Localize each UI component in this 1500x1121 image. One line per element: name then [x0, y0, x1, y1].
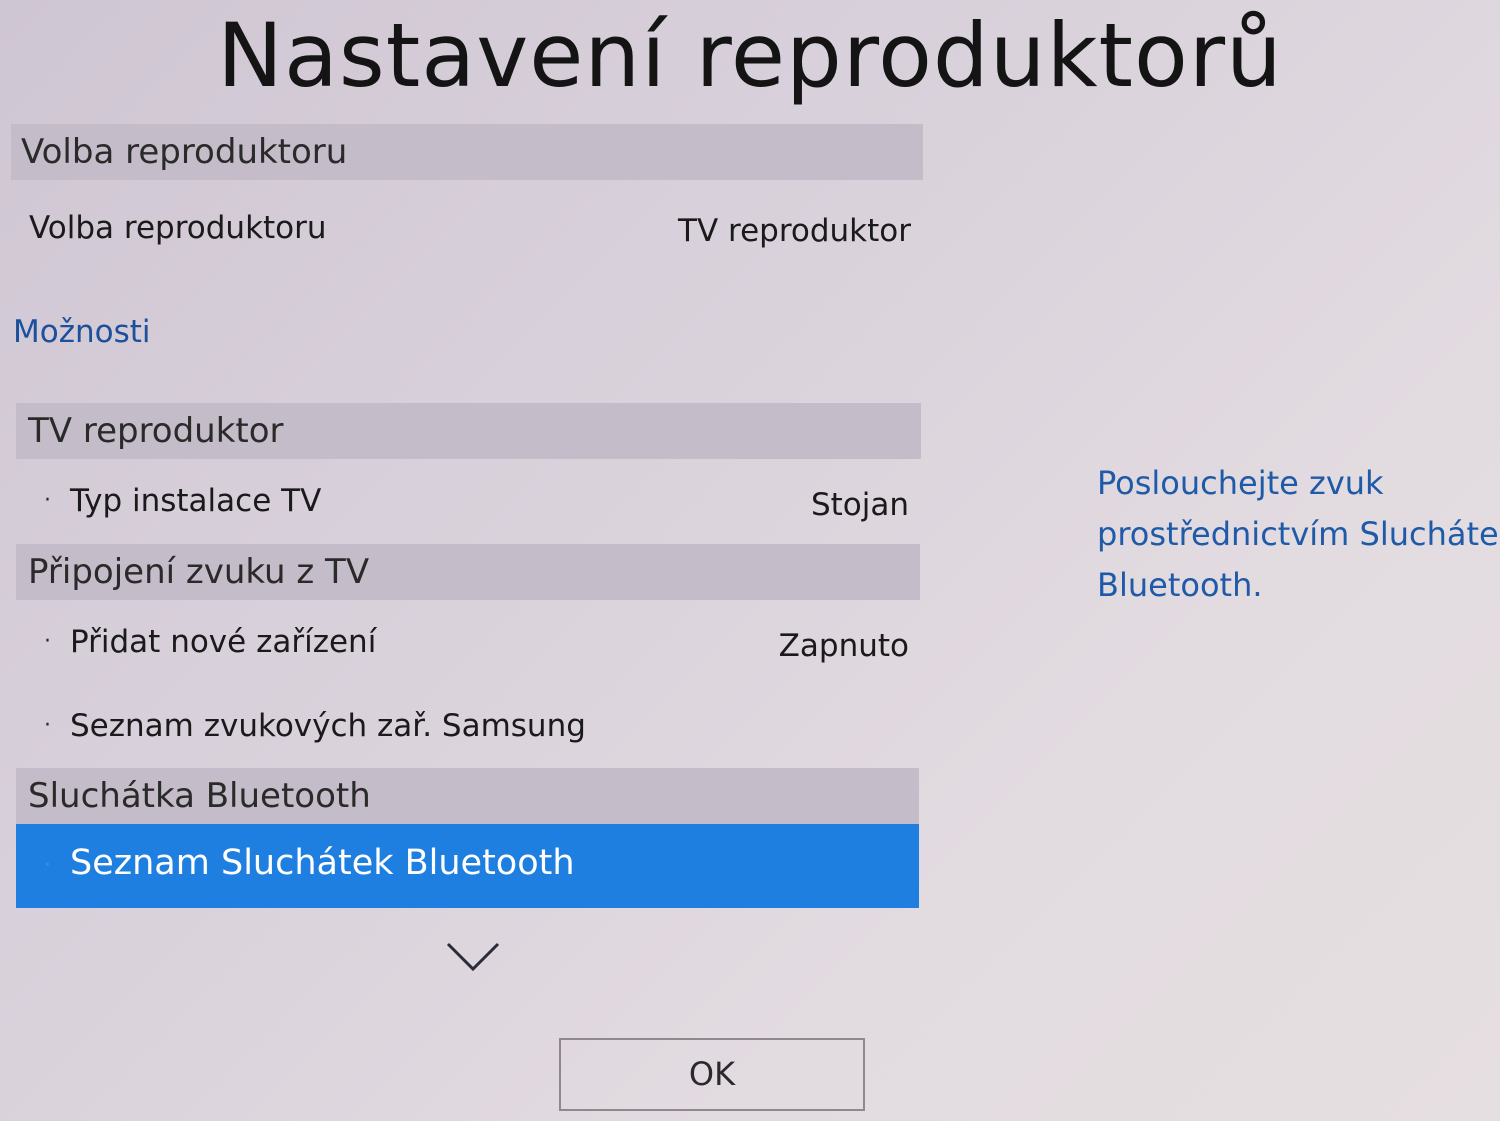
- help-text: Poslouchejte zvuk prostřednictvím Sluchá…: [1097, 458, 1500, 611]
- section-header-tv-sound-connect: Připojení zvuku z TV: [16, 544, 920, 600]
- samsung-audio-devices-row[interactable]: · Seznam zvukových zař. Samsung: [16, 696, 919, 756]
- speaker-selection-row[interactable]: Volba reproduktoru TV reproduktor: [11, 198, 921, 258]
- help-text-line: prostřednictvím Sluchátek: [1097, 515, 1500, 553]
- bluetooth-headphones-list-row[interactable]: · Seznam Sluchátek Bluetooth: [16, 824, 919, 908]
- options-label[interactable]: Možnosti: [13, 314, 151, 350]
- add-new-device-value: Zapnuto: [778, 628, 909, 664]
- help-text-line: Poslouchejte zvuk: [1097, 464, 1384, 502]
- section-header-tv-speaker: TV reproduktor: [16, 403, 921, 459]
- samsung-audio-devices-label: Seznam zvukových zař. Samsung: [70, 708, 586, 744]
- speaker-selection-value: TV reproduktor: [678, 213, 911, 249]
- help-text-line: Bluetooth.: [1097, 566, 1263, 604]
- bullet-icon: ·: [44, 629, 51, 654]
- section-header-bluetooth-headphones: Sluchátka Bluetooth: [16, 768, 919, 824]
- tv-install-type-label: Typ instalace TV: [70, 483, 322, 519]
- page-title: Nastavení reproduktorů: [217, 4, 1283, 107]
- chevron-down-icon[interactable]: [443, 936, 503, 976]
- tv-install-type-value: Stojan: [810, 487, 909, 523]
- ok-button[interactable]: OK: [559, 1038, 865, 1111]
- bluetooth-headphones-list-label: Seznam Sluchátek Bluetooth: [70, 843, 575, 883]
- tv-install-type-row[interactable]: · Typ instalace TV Stojan: [16, 471, 919, 531]
- add-new-device-row[interactable]: · Přidat nové zařízení Zapnuto: [16, 612, 919, 672]
- bullet-icon: ·: [44, 488, 51, 513]
- speaker-selection-label: Volba reproduktoru: [29, 210, 327, 246]
- bullet-icon: ·: [44, 713, 51, 738]
- add-new-device-label: Přidat nové zařízení: [70, 624, 377, 660]
- bullet-icon: ·: [44, 853, 51, 878]
- section-header-speaker-selection: Volba reproduktoru: [11, 124, 923, 180]
